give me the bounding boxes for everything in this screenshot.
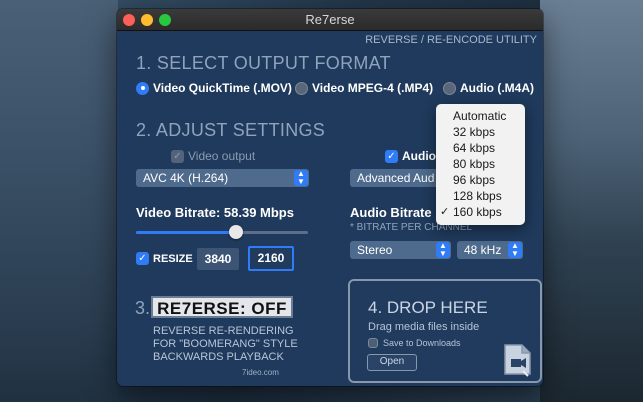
app-subtitle: REVERSE / RE-ENCODE UTILITY bbox=[365, 34, 537, 46]
select-arrows-icon: ▲ ▼ bbox=[508, 242, 522, 258]
radio-unselected-icon bbox=[443, 81, 456, 95]
checkmark-icon: ✓ bbox=[440, 206, 450, 218]
format-option-mov[interactable]: Video QuickTime (.MOV) bbox=[136, 81, 292, 95]
menu-item-160kbps[interactable]: ✓ 160 kbps bbox=[436, 204, 525, 220]
checkbox-checked-icon: ✓ bbox=[136, 252, 149, 265]
desktop-background-right bbox=[540, 0, 643, 402]
section-2-heading: 2. ADJUST SETTINGS bbox=[136, 120, 326, 140]
drop-zone[interactable]: 4. DROP HERE Drag media files inside Sav… bbox=[348, 279, 542, 383]
resize-checkbox[interactable]: ✓ RESIZE bbox=[136, 252, 193, 265]
video-output-label: Video output bbox=[188, 149, 256, 163]
select-arrows-icon: ▲ ▼ bbox=[436, 242, 450, 258]
channels-select[interactable]: Stereo ▲ ▼ bbox=[350, 241, 451, 259]
slider-knob[interactable] bbox=[228, 225, 243, 239]
reverse-description-line: FOR "BOOMERANG" STYLE bbox=[153, 338, 298, 350]
section-1-heading: 1. SELECT OUTPUT FORMAT bbox=[136, 53, 391, 73]
menu-item-automatic[interactable]: Automatic bbox=[436, 108, 525, 124]
save-to-downloads-label: Save to Downloads bbox=[383, 338, 461, 348]
menu-item-label: Automatic bbox=[453, 109, 507, 123]
video-codec-value: AVC 4K (H.264) bbox=[143, 171, 229, 185]
format-option-m4a[interactable]: Audio (.M4A) bbox=[443, 81, 534, 95]
format-option-mp4[interactable]: Video MPEG-4 (.MP4) bbox=[295, 81, 433, 95]
reverse-description-line: REVERSE RE-RENDERING bbox=[153, 325, 294, 337]
slider-fill bbox=[136, 231, 236, 234]
section-3-number: 3. bbox=[135, 298, 151, 318]
drop-hint: Drag media files inside bbox=[368, 321, 480, 333]
audio-bitrate-menu: Automatic 32 kbps 64 kbps 80 kbps 96 kbp… bbox=[436, 104, 525, 225]
sample-rate-select[interactable]: 48 kHz ▲ ▼ bbox=[457, 241, 523, 259]
menu-item-label: 96 kbps bbox=[453, 173, 496, 187]
menu-item-label: 160 kbps bbox=[453, 205, 502, 219]
radio-unselected-icon bbox=[295, 81, 308, 95]
menu-item-label: 128 kbps bbox=[453, 189, 502, 203]
title-bar: Re7erse bbox=[117, 9, 543, 31]
menu-item-label: 64 kbps bbox=[453, 141, 496, 155]
desktop-background-left bbox=[0, 0, 118, 402]
audio-label: Audio bbox=[402, 149, 436, 163]
menu-item-80kbps[interactable]: 80 kbps bbox=[436, 156, 525, 172]
height-field[interactable]: 2160 bbox=[248, 246, 294, 271]
menu-item-label: 32 kbps bbox=[453, 125, 496, 139]
audio-checkbox[interactable]: ✓ Audio bbox=[385, 149, 436, 163]
audio-codec-select[interactable]: Advanced Aud bbox=[350, 169, 442, 187]
menu-item-32kbps[interactable]: 32 kbps bbox=[436, 124, 525, 140]
menu-item-128kbps[interactable]: 128 kbps bbox=[436, 188, 525, 204]
video-output-checkbox[interactable]: ✓ Video output bbox=[171, 149, 255, 163]
checkbox-checked-icon: ✓ bbox=[385, 149, 398, 163]
open-button[interactable]: Open bbox=[367, 354, 417, 371]
reverse-description: REVERSE RE-RENDERING FOR "BOOMERANG" STY… bbox=[153, 325, 298, 364]
reverse-toggle-button[interactable]: RE7ERSE: OFF bbox=[151, 296, 293, 318]
audio-codec-value: Advanced Aud bbox=[357, 171, 435, 185]
sample-rate-value: 48 kHz bbox=[464, 243, 502, 257]
menu-item-64kbps[interactable]: 64 kbps bbox=[436, 140, 525, 156]
width-field[interactable]: 3840 bbox=[197, 248, 239, 270]
select-arrows-icon: ▲ ▼ bbox=[294, 170, 308, 186]
video-bitrate-slider[interactable] bbox=[136, 225, 308, 239]
video-codec-select[interactable]: AVC 4K (H.264) ▲ ▼ bbox=[136, 169, 309, 187]
checkbox-checked-icon: ✓ bbox=[171, 149, 184, 163]
channels-value: Stereo bbox=[357, 243, 393, 257]
window-title: Re7erse bbox=[305, 12, 355, 27]
format-option-label: Video MPEG-4 (.MP4) bbox=[312, 81, 434, 95]
audio-bitrate-label: Audio Bitrate bbox=[350, 205, 432, 220]
format-option-label: Audio (.M4A) bbox=[460, 81, 534, 95]
radio-selected-icon bbox=[136, 81, 149, 95]
website-link[interactable]: 7ideo.com bbox=[242, 368, 279, 377]
reverse-description-line: BACKWARDS PLAYBACK bbox=[153, 351, 284, 363]
save-to-downloads-checkbox[interactable]: Save to Downloads bbox=[368, 338, 461, 348]
video-bitrate-label: Video Bitrate: 58.39 Mbps bbox=[136, 205, 294, 220]
resize-label: RESIZE bbox=[153, 252, 193, 265]
drop-heading: 4. DROP HERE bbox=[368, 298, 488, 317]
checkbox-unchecked-icon bbox=[368, 338, 378, 348]
menu-item-96kbps[interactable]: 96 kbps bbox=[436, 172, 525, 188]
video-file-icon bbox=[504, 344, 531, 377]
menu-item-label: 80 kbps bbox=[453, 157, 496, 171]
format-option-label: Video QuickTime (.MOV) bbox=[153, 81, 292, 95]
